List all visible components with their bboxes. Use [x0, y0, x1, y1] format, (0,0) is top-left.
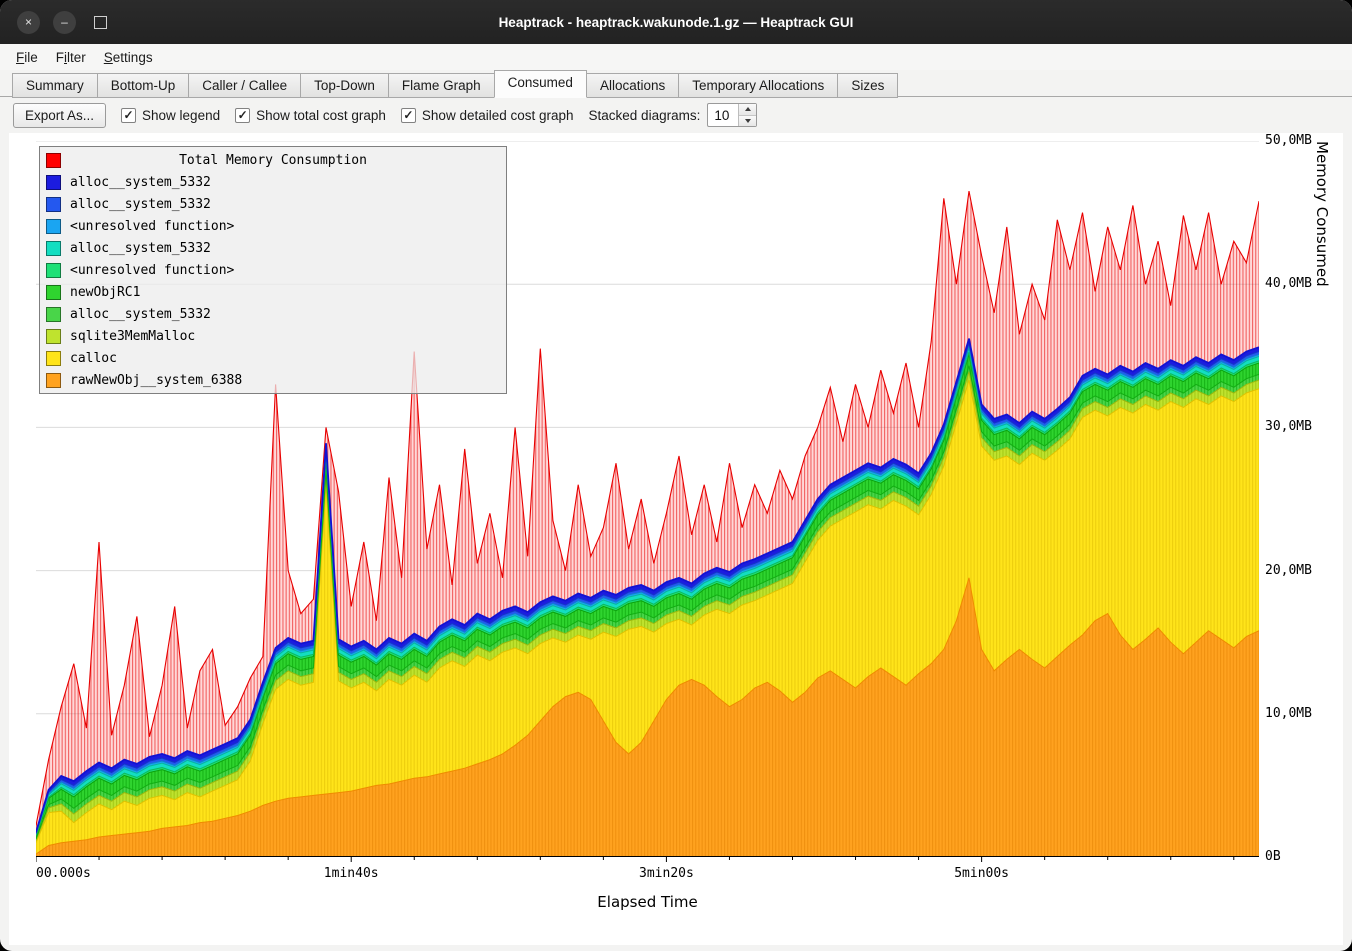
legend-label: sqlite3MemMalloc — [70, 329, 195, 344]
legend-title: Total Memory Consumption — [42, 153, 504, 168]
legend-entry: alloc__system_5332 — [42, 237, 504, 259]
legend-swatch — [46, 351, 61, 366]
legend-swatch — [46, 263, 61, 278]
legend-swatch — [46, 175, 61, 190]
menu-filter[interactable]: Filter — [47, 47, 95, 68]
tab-summary[interactable]: Summary — [12, 73, 98, 98]
x-tick-label: 3min20s — [639, 866, 694, 881]
checkbox-box: ✓ — [401, 108, 416, 123]
menu-settings[interactable]: Settings — [95, 47, 162, 68]
legend-entry: alloc__system_5332 — [42, 171, 504, 193]
y-tick-label: 30,0MB — [1265, 419, 1312, 435]
legend-label: alloc__system_5332 — [70, 307, 211, 322]
y-tick-label: 0B — [1265, 849, 1281, 865]
legend-swatch — [46, 307, 61, 322]
consumed-chart-area: Elapsed Time Memory Consumed Total Memor… — [9, 133, 1343, 945]
legend-label: calloc — [70, 351, 117, 366]
stacked-diagrams-group: Stacked diagrams: 10 — [589, 103, 758, 127]
spin-down-button[interactable] — [739, 116, 756, 127]
spinbox-arrows — [738, 104, 756, 126]
legend-label: <unresolved function> — [70, 263, 234, 278]
legend-swatch — [46, 241, 61, 256]
legend-label: rawNewObj__system_6388 — [70, 373, 242, 388]
legend-entry: sqlite3MemMalloc — [42, 325, 504, 347]
checkbox-show-detailed-cost-graph[interactable]: ✓ Show detailed cost graph — [401, 108, 574, 123]
spin-up-icon — [745, 107, 751, 111]
window-title: Heaptrack - heaptrack.wakunode.1.gz — He… — [140, 15, 1212, 30]
legend-entry: <unresolved function> — [42, 259, 504, 281]
spin-down-icon — [745, 119, 751, 123]
tab-flame-graph[interactable]: Flame Graph — [388, 73, 495, 98]
checkbox-show-total-cost-graph[interactable]: ✓ Show total cost graph — [235, 108, 386, 123]
legend-title-row: Total Memory Consumption — [42, 149, 504, 171]
stacked-diagrams-label: Stacked diagrams: — [589, 108, 701, 123]
legend-entry: <unresolved function> — [42, 215, 504, 237]
legend-label: alloc__system_5332 — [70, 175, 211, 190]
checkbox-group: ✓ Show legend ✓ Show total cost graph ✓ Show … — [121, 108, 574, 123]
legend-label: <unresolved function> — [70, 219, 234, 234]
y-tick-label: 10,0MB — [1265, 706, 1312, 722]
spin-up-button[interactable] — [739, 104, 756, 116]
legend-label: newObjRC1 — [70, 285, 140, 300]
tab-bottom-up[interactable]: Bottom-Up — [97, 73, 190, 98]
tab-temporary-allocations[interactable]: Temporary Allocations — [678, 73, 838, 98]
app-window: × – Heaptrack - heaptrack.wakunode.1.gz … — [0, 0, 1352, 951]
legend-entry: alloc__system_5332 — [42, 303, 504, 325]
x-axis-title: Elapsed Time — [36, 893, 1259, 911]
x-tick-label: 5min00s — [954, 866, 1009, 881]
checkbox-label: Show legend — [142, 108, 220, 123]
legend-swatch — [46, 329, 61, 344]
tab-sizes[interactable]: Sizes — [837, 73, 898, 98]
minimize-button[interactable]: – — [53, 11, 76, 34]
close-button[interactable]: × — [17, 11, 40, 34]
tab-caller-callee[interactable]: Caller / Callee — [188, 73, 301, 98]
legend-entry: alloc__system_5332 — [42, 193, 504, 215]
tab-consumed[interactable]: Consumed — [494, 70, 587, 98]
y-tick-label: 50,0MB — [1265, 133, 1312, 149]
menu-file[interactable]: File — [7, 47, 47, 68]
y-axis-title: Memory Consumed — [1313, 141, 1331, 857]
stacked-diagrams-spinbox[interactable]: 10 — [707, 103, 757, 127]
legend-entry: newObjRC1 — [42, 281, 504, 303]
legend-entry: calloc — [42, 347, 504, 369]
x-tick-label: 00.000s — [36, 866, 91, 881]
tab-bar: SummaryBottom-UpCaller / CalleeTop-DownF… — [0, 70, 1352, 97]
legend-swatch — [46, 285, 61, 300]
stacked-diagrams-value: 10 — [708, 104, 738, 126]
checkbox-label: Show total cost graph — [256, 108, 386, 123]
export-as-button[interactable]: Export As... — [13, 103, 106, 128]
tab-allocations[interactable]: Allocations — [586, 73, 679, 98]
legend-swatch — [46, 197, 61, 212]
maximize-icon — [94, 16, 107, 29]
maximize-button[interactable] — [89, 11, 112, 34]
title-bar: × – Heaptrack - heaptrack.wakunode.1.gz … — [0, 0, 1352, 44]
checkbox-show-legend[interactable]: ✓ Show legend — [121, 108, 220, 123]
toolbar: Export As... ✓ Show legend ✓ Show total cos… — [0, 98, 1352, 132]
legend-entry: rawNewObj__system_6388 — [42, 369, 504, 391]
checkbox-box: ✓ — [121, 108, 136, 123]
checkbox-box: ✓ — [235, 108, 250, 123]
menu-bar: FileFilterSettings — [0, 44, 1352, 70]
y-tick-label: 40,0MB — [1265, 276, 1312, 292]
chart-legend: Total Memory Consumption alloc__system_53… — [39, 146, 507, 394]
legend-swatch — [46, 373, 61, 388]
y-tick-label: 20,0MB — [1265, 563, 1312, 579]
checkbox-label: Show detailed cost graph — [422, 108, 574, 123]
legend-label: alloc__system_5332 — [70, 197, 211, 212]
legend-label: alloc__system_5332 — [70, 241, 211, 256]
legend-swatch — [46, 219, 61, 234]
tab-top-down[interactable]: Top-Down — [300, 73, 389, 98]
x-tick-label: 1min40s — [324, 866, 379, 881]
